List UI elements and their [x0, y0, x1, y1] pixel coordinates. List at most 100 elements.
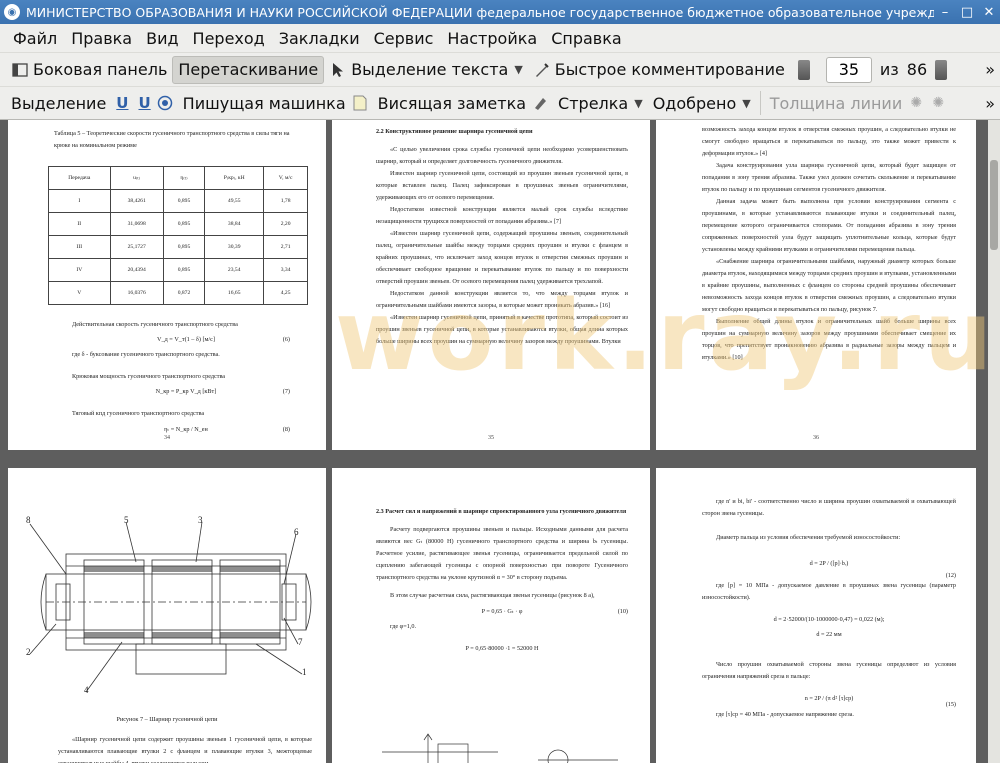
table-cell: III: [48, 235, 111, 259]
table-cell: V: [48, 281, 111, 305]
doc-paragraph: Число проушин охватываемой стороны звена…: [702, 661, 956, 680]
table-header: P₍кр₎, кН: [204, 166, 265, 190]
formula: d = 2·52000/(10·1000000·0,47) = 0,022 (м…: [773, 616, 885, 623]
page-of-label: из: [879, 60, 899, 79]
menu-tools[interactable]: Сервис: [367, 29, 441, 48]
next-page-icon[interactable]: [935, 59, 948, 80]
typewriter-button[interactable]: Пишущая машинка: [178, 89, 351, 117]
sidebar-icon: [11, 61, 29, 79]
close-button[interactable]: ✕: [978, 0, 1000, 24]
table-row: II 31,0698 0,895 38,84 2,20: [48, 212, 308, 236]
table-cell: 3,34: [263, 258, 308, 282]
stamp-icon[interactable]: [156, 94, 174, 112]
underline-squiggle-icon[interactable]: U: [138, 94, 150, 112]
callout-number: 8: [26, 515, 31, 525]
document-view[interactable]: Таблица 5 – Теоретические скорости гусен…: [0, 120, 1000, 763]
scrollbar-thumb[interactable]: [990, 160, 998, 250]
callout-number: 1: [302, 667, 307, 677]
note-icon[interactable]: [351, 94, 369, 112]
formula: n = 2P / (π d² [τ]ср): [804, 695, 854, 702]
vertical-scrollbar[interactable]: [988, 120, 1000, 763]
menu-bar: Файл Правка Вид Переход Закладки Сервис …: [0, 24, 1000, 52]
document-page-35: 2.2 Конструктивное решение шарнира гусен…: [332, 120, 650, 450]
callout-number: 3: [198, 515, 203, 525]
chevron-down-icon[interactable]: ▼: [514, 63, 522, 76]
table-cell: 0,895: [162, 235, 206, 259]
main-toolbar: Боковая панель Перетаскивание Выделение …: [0, 52, 1000, 86]
equation-number: (10): [617, 608, 628, 615]
hinge-drawing: [29, 521, 312, 693]
table-cell: 0,872: [162, 281, 206, 305]
highlighter-icon[interactable]: [531, 94, 549, 112]
line-width-label: Толщина линии: [769, 93, 903, 113]
opacity-icon[interactable]: ✺: [929, 94, 947, 112]
callout-number: 5: [124, 515, 129, 525]
formula-row: n = 2P / (π d² [τ]ср) (15): [702, 693, 956, 708]
menu-edit[interactable]: Правка: [64, 29, 139, 48]
page-number: 35: [488, 435, 494, 441]
line-width-button[interactable]: Толщина линии: [765, 89, 908, 117]
typewriter-label: Пишущая машинка: [182, 93, 346, 113]
sidebar-label: Боковая панель: [33, 60, 168, 79]
table-cell: II: [48, 212, 111, 236]
title-bar: ◉ МИНИСТЕРСТВО ОБРАЗОВАНИЯ И НАУКИ РОССИ…: [0, 0, 1000, 24]
callout-number: 2: [26, 647, 31, 657]
equation-number: (12): [945, 572, 956, 579]
menu-file[interactable]: Файл: [6, 29, 64, 48]
doc-paragraph: «С целью увеличения срока службы гусенич…: [376, 146, 628, 165]
table-cell: 2,20: [263, 212, 308, 236]
cursor-arrow-icon: [329, 61, 347, 79]
sidebar-button[interactable]: Боковая панель: [6, 56, 172, 84]
doc-paragraph: где [p] = 10 МПа - допускаемое давление …: [702, 582, 956, 601]
document-page-36: возможность захода концом втулок в отвер…: [656, 120, 976, 450]
doc-paragraph: В этом случае расчетная сила, растягиваю…: [390, 592, 595, 599]
table-header: u₍ₜ₎: [109, 166, 164, 190]
maximize-button[interactable]: □: [956, 0, 978, 24]
menu-help[interactable]: Справка: [544, 29, 629, 48]
table-cell: 4,25: [263, 281, 308, 305]
formula-row: P = 0,65 · Gₜ · φ (10): [376, 606, 628, 618]
selection-label: Выделение: [11, 93, 107, 113]
minimize-button[interactable]: –: [934, 0, 956, 24]
toolbar-separator: [759, 91, 761, 115]
quick-comment-button[interactable]: Быстрое комментирование: [528, 56, 790, 84]
doc-text: где [τ]ср = 40 МПа - допускаемое напряже…: [716, 711, 854, 718]
menu-view[interactable]: Вид: [139, 29, 185, 48]
table-cell: 38,4261: [109, 189, 164, 213]
annotation-toolbar: Выделение U U Пишущая машинка Висящая за…: [0, 86, 1000, 120]
doc-paragraph: Выполнение общей длины втулок и ограничи…: [702, 318, 956, 361]
stamp-approved-button[interactable]: Одобрено ▼: [648, 89, 756, 117]
page-number-input[interactable]: [825, 56, 872, 83]
hanging-note-button[interactable]: Висящая заметка: [373, 89, 531, 117]
callout-number: 7: [298, 637, 303, 647]
formula: N_кр = P_кр V_д [кВт]: [155, 388, 217, 395]
table-row: V 16,0376 0,872 16,65 4,25: [48, 281, 308, 305]
selection-button[interactable]: Выделение: [6, 89, 111, 117]
table-cell: 25,1727: [109, 235, 164, 259]
chevron-down-icon[interactable]: ▼: [742, 97, 750, 110]
doc-paragraph: Известен шарнир гусеничной цепи, состоящ…: [376, 170, 628, 201]
previous-page-icon[interactable]: [797, 59, 810, 80]
doc-paragraph: возможность захода концом втулок в отвер…: [702, 126, 956, 157]
table-row: IV 20,4394 0,895 23,54 3,34: [48, 258, 308, 282]
toolbar-overflow-button[interactable]: »: [980, 89, 1000, 117]
force-diagram: [382, 733, 618, 763]
menu-bookmarks[interactable]: Закладки: [272, 29, 367, 48]
chevron-down-icon[interactable]: ▼: [634, 97, 642, 110]
callout-number: 6: [294, 527, 299, 537]
doc-paragraph: Задача конструирования узла шарнира гусе…: [702, 162, 956, 193]
table-cell: 31,0698: [109, 212, 164, 236]
text-select-button[interactable]: Выделение текста ▼: [324, 56, 528, 84]
color-palette-icon[interactable]: ✺: [907, 94, 925, 112]
doc-paragraph: где n' и bi, bi' - соответственно число …: [702, 498, 956, 517]
table-header-row: Передача u₍ₜ₎ η₍ₜ₎ P₍кр₎, кН V, м/с: [48, 166, 308, 190]
figure-caption: Рисунок 7 – Шарнир гусеничной цепи: [116, 716, 218, 723]
drag-mode-button[interactable]: Перетаскивание: [172, 55, 325, 84]
menu-settings[interactable]: Настройка: [440, 29, 544, 48]
drag-label: Перетаскивание: [178, 60, 319, 79]
arrow-tool-button[interactable]: Стрелка ▼: [553, 89, 648, 117]
menu-go[interactable]: Переход: [186, 29, 272, 48]
underline-icon[interactable]: U: [116, 94, 128, 112]
toolbar-overflow-button[interactable]: »: [980, 56, 1000, 84]
approved-label: Одобрено: [652, 93, 737, 113]
